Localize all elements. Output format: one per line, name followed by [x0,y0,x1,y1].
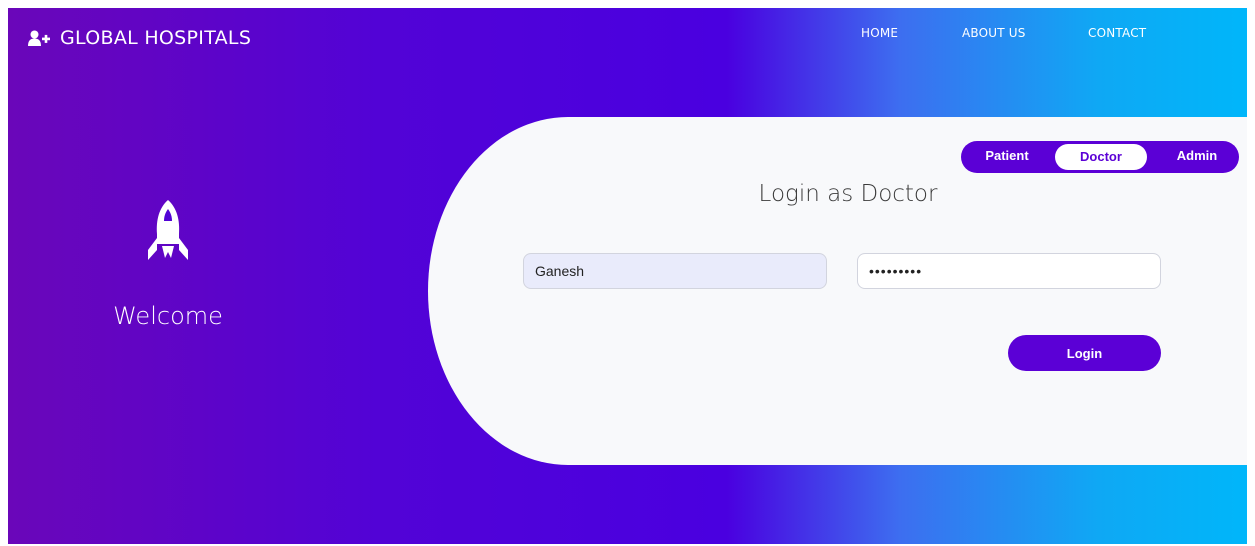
role-toggle: Patient Doctor Admin [961,141,1239,173]
tab-doctor[interactable]: Doctor [1055,144,1147,170]
nav-contact[interactable]: CONTACT [1088,26,1146,40]
rocket-icon [145,200,191,266]
username-input[interactable] [523,253,827,289]
login-button[interactable]: Login [1008,335,1161,371]
nav-home[interactable]: HOME [861,26,898,40]
page-title: Login as Doctor [758,181,938,207]
welcome-panel: Welcome [68,200,268,330]
nav-about-us[interactable]: ABOUT US [962,26,1026,40]
brand[interactable]: GLOBAL HOSPITALS [28,27,251,49]
welcome-text: Welcome [113,302,223,330]
brand-name: GLOBAL HOSPITALS [60,27,252,49]
login-card: Patient Doctor Admin Login as Doctor Log… [428,117,1247,465]
password-input[interactable] [857,253,1161,289]
app-background: GLOBAL HOSPITALS HOME ABOUT US CONTACT W… [8,8,1247,544]
user-plus-icon [28,30,50,46]
tab-admin[interactable]: Admin [1165,141,1229,173]
tab-patient[interactable]: Patient [975,141,1039,173]
